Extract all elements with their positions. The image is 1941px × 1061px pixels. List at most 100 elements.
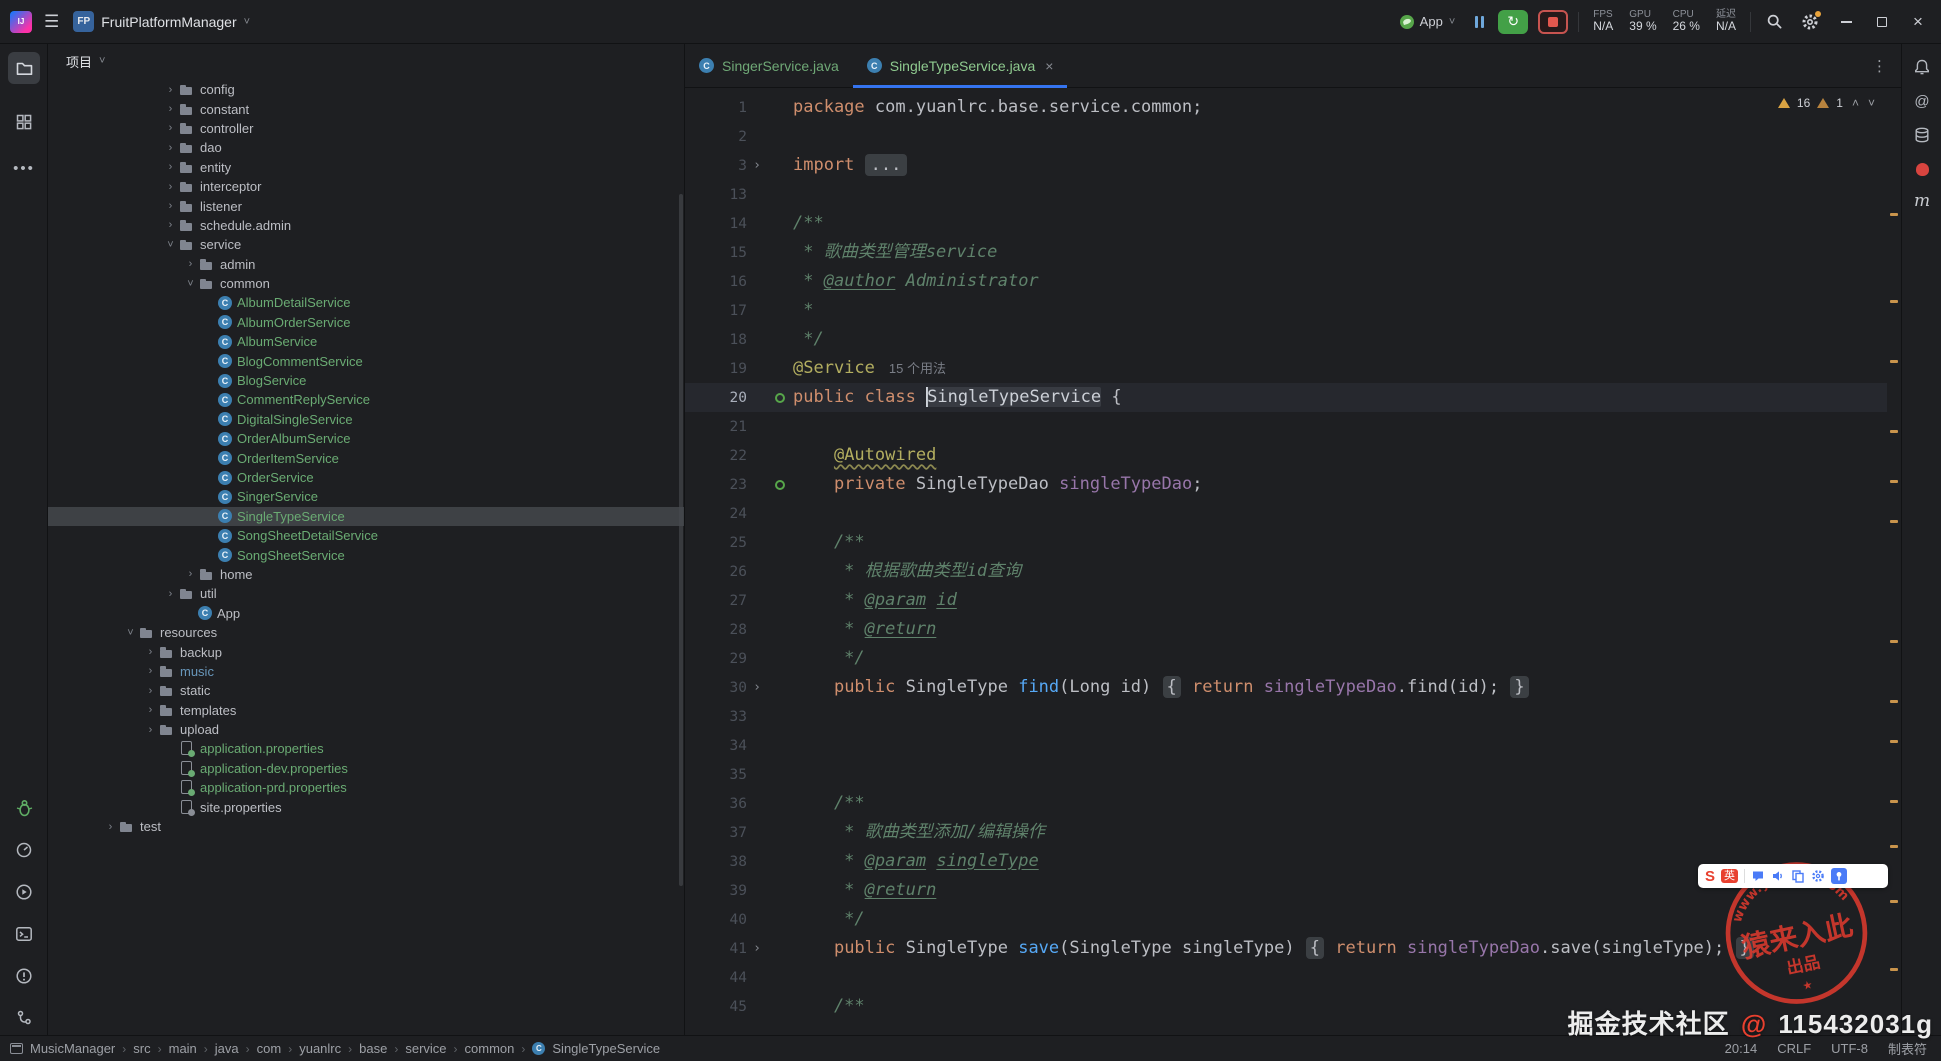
tree-item-test[interactable]: › test: [48, 817, 684, 836]
tree-chevron-icon[interactable]: ›: [163, 200, 178, 212]
tree-item-service[interactable]: ˅ service: [48, 235, 684, 254]
speaker-icon[interactable]: [1771, 869, 1785, 883]
tree-item-AlbumService[interactable]: C AlbumService: [48, 332, 684, 351]
tree-item-dao[interactable]: › dao: [48, 138, 684, 157]
tree-chevron-icon[interactable]: ›: [143, 724, 158, 736]
tree-chevron-icon[interactable]: ›: [163, 219, 178, 231]
tree-item-AlbumDetailService[interactable]: C AlbumDetailService: [48, 293, 684, 312]
profiler-tool-button[interactable]: [8, 834, 40, 866]
tree-item-App[interactable]: C App: [48, 604, 684, 623]
redis-tool-button[interactable]: [1909, 156, 1935, 182]
debug-tool-button[interactable]: [8, 792, 40, 824]
tree-item-CommentReplyService[interactable]: C CommentReplyService: [48, 390, 684, 409]
tree-item-SingerService[interactable]: C SingerService: [48, 487, 684, 506]
prev-problem-icon[interactable]: ˄: [1852, 96, 1859, 110]
database-tool-button[interactable]: [1909, 122, 1935, 148]
tab-options-icon[interactable]: ⋮: [1872, 44, 1887, 87]
spring-bean-gutter-icon[interactable]: [767, 392, 793, 403]
services-tool-button[interactable]: [8, 876, 40, 908]
tree-item-static[interactable]: › static: [48, 681, 684, 700]
speech-bubble-icon[interactable]: [1751, 869, 1765, 883]
tree-item-schedule.admin[interactable]: › schedule.admin: [48, 216, 684, 235]
close-button[interactable]: ×: [1905, 9, 1931, 35]
stop-button[interactable]: [1538, 9, 1569, 34]
gear-icon[interactable]: [1811, 869, 1825, 883]
tree-item-OrderService[interactable]: C OrderService: [48, 468, 684, 487]
tree-chevron-icon[interactable]: ›: [183, 568, 198, 580]
pause-button[interactable]: [1471, 12, 1488, 32]
structure-tool-button[interactable]: [8, 106, 40, 138]
breadcrumb-item-src[interactable]: src: [133, 1041, 150, 1056]
tree-chevron-icon[interactable]: ›: [143, 646, 158, 658]
tree-item-music[interactable]: › music: [48, 662, 684, 681]
tree-chevron-icon[interactable]: ›: [143, 665, 158, 677]
tree-item-BlogCommentService[interactable]: C BlogCommentService: [48, 351, 684, 370]
tree-item-OrderAlbumService[interactable]: C OrderAlbumService: [48, 429, 684, 448]
tree-chevron-icon[interactable]: ›: [163, 84, 178, 96]
breadcrumb-item-SingleTypeService[interactable]: SingleTypeService: [552, 1041, 660, 1056]
tree-item-application.properties[interactable]: application.properties: [48, 739, 684, 758]
tree-item-templates[interactable]: › templates: [48, 701, 684, 720]
breadcrumb-item-yuanlrc[interactable]: yuanlrc: [299, 1041, 341, 1056]
copy-icon[interactable]: [1791, 869, 1805, 883]
status-widget[interactable]: 20:14: [1725, 1041, 1758, 1056]
main-menu-icon[interactable]: ☰: [44, 12, 59, 32]
tree-chevron-icon[interactable]: ›: [163, 588, 178, 600]
tree-chevron-icon[interactable]: ˅: [123, 627, 138, 639]
breadcrumb-item-com[interactable]: com: [257, 1041, 282, 1056]
tree-item-util[interactable]: › util: [48, 584, 684, 603]
language-badge[interactable]: 英: [1721, 869, 1739, 883]
problems-tool-button[interactable]: [8, 960, 40, 992]
status-widget[interactable]: UTF-8: [1831, 1041, 1868, 1056]
breadcrumb-item-MusicManager[interactable]: MusicManager: [30, 1041, 115, 1056]
tree-chevron-icon[interactable]: ˅: [163, 239, 178, 251]
tree-item-entity[interactable]: › entity: [48, 158, 684, 177]
tree-chevron-icon[interactable]: ›: [143, 685, 158, 697]
tree-item-DigitalSingleService[interactable]: C DigitalSingleService: [48, 410, 684, 429]
project-panel-header[interactable]: 项目 ˅: [48, 44, 684, 78]
breadcrumb-item-java[interactable]: java: [215, 1041, 239, 1056]
tree-item-AlbumOrderService[interactable]: C AlbumOrderService: [48, 313, 684, 332]
notifications-tool-button[interactable]: [1909, 54, 1935, 80]
translator-logo-icon[interactable]: S: [1705, 868, 1715, 885]
tab-singer-service[interactable]: C SingerService.java: [685, 44, 853, 87]
tree-item-SongSheetDetailService[interactable]: C SongSheetDetailService: [48, 526, 684, 545]
tree-chevron-icon[interactable]: ›: [163, 181, 178, 193]
tree-item-listener[interactable]: › listener: [48, 196, 684, 215]
status-widget[interactable]: CRLF: [1777, 1041, 1811, 1056]
fold-arrow-icon[interactable]: ›: [747, 158, 767, 173]
tree-chevron-icon[interactable]: ›: [163, 103, 178, 115]
more-tool-windows-button[interactable]: •••: [8, 152, 40, 184]
fold-arrow-icon[interactable]: ›: [747, 680, 767, 695]
tree-item-SingleTypeService[interactable]: C SingleTypeService: [48, 506, 684, 526]
tree-item-backup[interactable]: › backup: [48, 642, 684, 661]
project-selector[interactable]: FP FruitPlatformManager ˅: [73, 11, 250, 32]
maven-tool-button[interactable]: m: [1909, 188, 1935, 214]
tree-chevron-icon[interactable]: ›: [103, 821, 118, 833]
tree-item-resources[interactable]: ˅ resources: [48, 623, 684, 642]
endpoints-tool-button[interactable]: @: [1909, 88, 1935, 114]
tree-chevron-icon[interactable]: ›: [183, 258, 198, 270]
breadcrumb-item-common[interactable]: common: [465, 1041, 515, 1056]
maximize-button[interactable]: [1869, 9, 1895, 35]
fold-arrow-icon[interactable]: ›: [747, 941, 767, 956]
tree-item-interceptor[interactable]: › interceptor: [48, 177, 684, 196]
version-control-tool-button[interactable]: [8, 1002, 40, 1034]
tree-item-site.properties[interactable]: site.properties: [48, 797, 684, 816]
settings-button[interactable]: [1797, 9, 1823, 35]
status-widget[interactable]: 制表符: [1888, 1039, 1927, 1058]
run-configuration-selector[interactable]: App ˅: [1394, 11, 1462, 32]
tree-item-home[interactable]: › home: [48, 565, 684, 584]
pin-icon[interactable]: [1831, 868, 1848, 884]
breadcrumb-item-base[interactable]: base: [359, 1041, 387, 1056]
tree-chevron-icon[interactable]: ›: [143, 704, 158, 716]
tab-single-type-service[interactable]: C SingleTypeService.java ×: [852, 44, 1068, 88]
rerun-button[interactable]: ↻: [1498, 9, 1529, 34]
tree-item-config[interactable]: › config: [48, 80, 684, 99]
next-problem-icon[interactable]: ˅: [1868, 96, 1875, 110]
close-tab-icon[interactable]: ×: [1045, 58, 1053, 74]
tree-item-OrderItemService[interactable]: C OrderItemService: [48, 448, 684, 467]
tree-item-application-dev.properties[interactable]: application-dev.properties: [48, 759, 684, 778]
project-panel-scrollbar[interactable]: [679, 194, 683, 886]
tree-item-application-prd.properties[interactable]: application-prd.properties: [48, 778, 684, 797]
